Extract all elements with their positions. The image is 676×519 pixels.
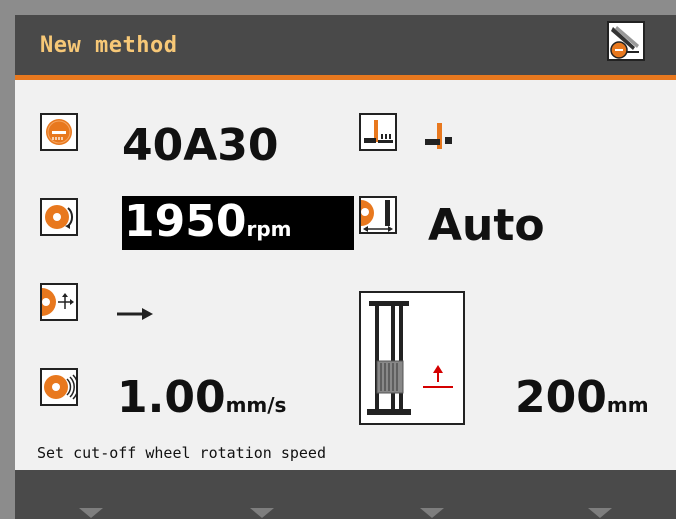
cut-length-value[interactable]: 200: [515, 372, 607, 423]
page-title: New method: [40, 33, 178, 58]
cut-length-text: 200mm: [515, 376, 649, 420]
table-position-step-icon[interactable]: [423, 115, 473, 159]
machine-screen: New method 40A30 1950rpm Auto 1.00mm/s 2…: [15, 15, 676, 519]
rotation-speed-value: 1950: [124, 196, 247, 247]
settings-panel: 40A30 1950rpm Auto 1.00mm/s 200mm Set cu…: [15, 80, 676, 470]
header-bar: New method: [15, 15, 676, 75]
feed-speed-unit: mm/s: [225, 393, 287, 417]
feed-mode-icon: [359, 196, 397, 234]
feed-speed-text: 1.00mm/s: [117, 376, 286, 420]
cut-length-diagram: [359, 291, 465, 425]
table-position-icon: [359, 113, 397, 151]
rotation-speed-field[interactable]: 1950rpm: [122, 196, 354, 250]
rotation-speed-unit: rpm: [246, 217, 292, 241]
softkey-4[interactable]: [588, 508, 612, 518]
rotation-speed-text: 1950rpm: [124, 200, 292, 244]
cut-off-wheel-status-icon: [607, 21, 645, 61]
cut-direction-icon: [40, 283, 78, 321]
feed-speed-value[interactable]: 1.00: [117, 372, 226, 423]
arrow-right-icon[interactable]: [115, 304, 155, 328]
softkey-3[interactable]: [420, 508, 444, 518]
feed-speed-icon: [40, 368, 79, 406]
softkey-1[interactable]: [79, 508, 103, 518]
softkey-2[interactable]: [250, 508, 274, 518]
cut-length-unit: mm: [606, 393, 649, 417]
wheel-type-value[interactable]: 40A30: [122, 124, 279, 168]
feed-mode-value[interactable]: Auto: [428, 204, 545, 248]
rotation-speed-icon: [40, 198, 78, 236]
softkey-bar: [15, 470, 676, 519]
wheel-type-icon: [40, 113, 78, 151]
hint-text: Set cut-off wheel rotation speed: [37, 444, 326, 462]
